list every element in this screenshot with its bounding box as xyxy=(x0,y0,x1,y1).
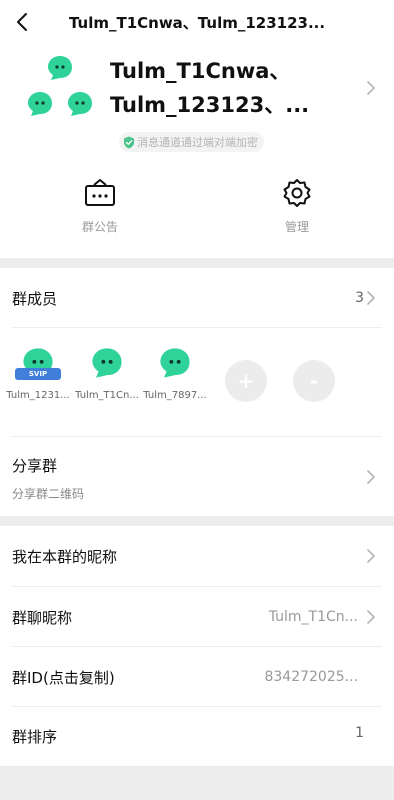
member-item[interactable]: SVIP Tulm_1231... xyxy=(4,346,72,401)
members-count: 3 xyxy=(355,290,364,306)
member-name: Tulm_7897... xyxy=(143,390,207,401)
group-name-line1: Tulm_T1Cnwa、 xyxy=(110,59,291,83)
announcement-board-icon xyxy=(85,179,115,206)
members-section: 群成员 3 SVIP Tulm_1231... Tulm_T1Cn... Tul… xyxy=(0,268,394,516)
chat-nickname-label: 群聊昵称 xyxy=(12,608,73,627)
manage-label: 管理 xyxy=(284,220,309,234)
member-item[interactable]: Tulm_7897... xyxy=(141,346,209,401)
share-group-row[interactable]: 分享群 分享群二维码 xyxy=(0,437,394,516)
group-name: Tulm_T1Cnwa、 Tulm_123123、... xyxy=(110,54,350,122)
member-item[interactable]: Tulm_T1Cn... xyxy=(73,346,141,401)
group-name-line2: Tulm_123123、... xyxy=(110,93,310,117)
vip-badge: SVIP xyxy=(15,368,61,380)
announcement-label: 群公告 xyxy=(81,220,118,234)
group-sort-value: 1 xyxy=(355,725,364,741)
members-row[interactable]: 群成员 3 xyxy=(0,268,394,328)
add-member-button[interactable]: + xyxy=(225,360,267,402)
chevron-right-icon xyxy=(367,549,375,563)
back-button[interactable] xyxy=(8,8,36,36)
chevron-right-icon xyxy=(367,81,375,95)
chat-bubble-icon xyxy=(92,348,122,378)
chevron-right-icon xyxy=(367,610,375,624)
member-name: Tulm_T1Cn... xyxy=(75,390,139,401)
share-group-label: 分享群 xyxy=(12,457,58,475)
announcement-button[interactable]: 群公告 xyxy=(60,178,140,235)
members-label: 群成员 xyxy=(12,289,58,308)
chevron-left-icon xyxy=(17,13,27,31)
member-avatar xyxy=(90,346,124,380)
chat-nickname-value: Tulm_T1Cn... xyxy=(268,609,358,625)
chat-bubble-icon xyxy=(68,92,92,116)
my-nickname-row[interactable]: 我在本群的昵称 xyxy=(0,526,394,586)
group-id-row[interactable]: 群ID(点击复制) 834272025... xyxy=(0,647,394,707)
group-info-card[interactable]: Tulm_T1Cnwa、 Tulm_123123、... 消息通道通过端对端加密… xyxy=(0,44,394,258)
chat-nickname-row[interactable]: 群聊昵称 Tulm_T1Cn... xyxy=(0,587,394,647)
member-avatar xyxy=(158,346,192,380)
group-id-value: 834272025... xyxy=(264,669,358,685)
my-nickname-label: 我在本群的昵称 xyxy=(12,547,118,566)
group-sort-label: 群排序 xyxy=(12,727,58,746)
gear-icon xyxy=(283,179,311,207)
chat-bubble-icon xyxy=(48,56,72,80)
chat-bubble-icon xyxy=(160,348,190,378)
share-group-subtitle: 分享群二维码 xyxy=(12,487,85,501)
chevron-right-icon xyxy=(367,470,375,484)
group-id-label: 群ID(点击复制) xyxy=(12,668,115,687)
top-bar: Tulm_T1Cnwa、Tulm_123123... xyxy=(0,0,394,44)
group-avatar xyxy=(22,54,102,126)
member-name: Tulm_1231... xyxy=(6,390,70,401)
encryption-badge: 消息通道通过端对端加密 xyxy=(119,132,264,152)
settings-section: 我在本群的昵称 群聊昵称 Tulm_T1Cn... 群ID(点击复制) 8342… xyxy=(0,526,394,766)
shield-check-icon xyxy=(124,136,134,148)
chat-bubble-icon xyxy=(28,92,52,116)
encryption-text: 消息通道通过端对端加密 xyxy=(137,136,258,149)
member-avatar: SVIP xyxy=(15,346,61,380)
remove-member-button[interactable]: - xyxy=(293,360,335,402)
divider xyxy=(12,327,382,328)
manage-button[interactable]: 管理 xyxy=(257,178,337,235)
group-sort-row[interactable]: 群排序 1 xyxy=(0,707,394,765)
page-title: Tulm_T1Cnwa、Tulm_123123... xyxy=(68,14,326,32)
chevron-right-icon xyxy=(367,291,375,305)
